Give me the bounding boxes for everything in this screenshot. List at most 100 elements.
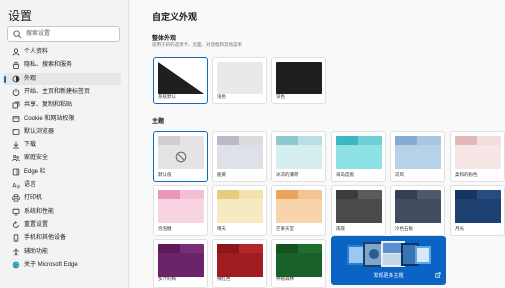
sidebar-item-14[interactable]: 手机和其他设备	[3, 232, 121, 244]
theme-label: 晴天	[217, 226, 226, 231]
theme-card[interactable]: 晴天	[212, 185, 267, 236]
search-box[interactable]	[7, 26, 120, 42]
sidebar-item-2[interactable]: 外观	[3, 72, 121, 85]
theme-preview-tab	[217, 190, 239, 199]
sidebar-item-4[interactable]: 共享、复制和粘贴	[3, 99, 121, 111]
sidebar-item-16[interactable]: 关于 Microsoft Edge	[3, 259, 121, 271]
sidebar-item-label: 家庭安全	[24, 155, 49, 162]
sidebar-title: 设置	[8, 9, 33, 23]
sidebar-item-12[interactable]: 系统和性能	[3, 206, 121, 218]
theme-label: 鹿黄	[217, 172, 226, 177]
theme-card[interactable]: 雨夜	[331, 185, 386, 236]
theme-card[interactable]: 月光	[450, 185, 505, 236]
theme-card[interactable]: 凉风	[390, 131, 445, 182]
appearance-option-label: 浅色	[217, 94, 226, 99]
theme-card[interactable]: 泡泡糖	[153, 185, 208, 236]
external-link-icon	[435, 272, 441, 278]
appearance-option-system[interactable]: 系统默认	[153, 57, 208, 104]
theme-preview-body	[158, 199, 204, 223]
sidebar-item-label: 辅助功能	[24, 248, 49, 255]
page-title: 自定义外观	[152, 12, 198, 22]
appearance-option-label: 深色	[276, 94, 285, 99]
theme-preview-body	[336, 145, 382, 169]
no-theme-icon	[175, 151, 187, 163]
theme-preview-tab	[276, 190, 298, 199]
sidebar-item-9[interactable]: Edge 栏	[3, 166, 121, 178]
person-icon	[12, 48, 20, 56]
sidebar-item-1[interactable]: 隐私、搜索和服务	[3, 59, 121, 71]
dark-preview	[276, 62, 322, 94]
phone-icon	[13, 234, 19, 242]
discover-more-themes-label: 发现更多主题	[373, 273, 404, 279]
overall-appearance-heading: 整体外观	[152, 36, 177, 42]
theme-card[interactable]: 默认值	[153, 131, 208, 182]
discover-more-themes-button[interactable]: 发现更多主题	[331, 236, 446, 285]
theme-preview-body	[276, 199, 322, 223]
sidebar-item-7[interactable]: 下载	[3, 139, 121, 151]
theme-card[interactable]: 芒果天堂	[271, 185, 326, 236]
sidebar-item-8[interactable]: 家庭安全	[3, 152, 121, 164]
sidebar-item-label: 外观	[24, 75, 37, 82]
theme-preview-tab	[455, 136, 477, 145]
theme-card[interactable]: 冷色石板	[390, 185, 445, 236]
theme-label: 雨夜	[336, 226, 345, 231]
theme-card[interactable]: 多汁的梅	[153, 239, 208, 288]
sidebar-item-label: 个人资料	[24, 49, 49, 55]
printer-icon	[12, 194, 20, 202]
theme-preview-tab	[336, 190, 358, 199]
appearance-option-label: 系统默认	[158, 94, 176, 99]
theme-preview-tab	[455, 190, 477, 199]
theme-preview-body	[158, 145, 204, 169]
sidebar-item-label: Cookie 和网站权限	[24, 115, 75, 122]
theme-preview-tab	[158, 244, 180, 253]
sidebar-item-6[interactable]: 默认浏览器	[3, 126, 121, 138]
search-icon	[13, 30, 22, 39]
accessibility-icon	[13, 248, 19, 256]
theme-label: 默认值	[158, 172, 172, 177]
themes-collage-image	[347, 241, 431, 267]
edge-logo-icon	[12, 261, 20, 269]
theme-card[interactable]: 海岛度假	[331, 131, 386, 182]
sidebar-item-label: 关于 Microsoft Edge	[24, 261, 78, 268]
theme-preview-body	[276, 253, 322, 277]
theme-card[interactable]: 鹿黄	[212, 131, 267, 182]
theme-preview-body	[217, 253, 263, 277]
sidebar-item-11[interactable]: 打印机	[3, 192, 121, 204]
settings-sidebar: 设置 个人资料隐私、搜索和服务外观开始、主页和新建标签页共享、复制和粘贴 Cook…	[0, 0, 129, 288]
theme-preview-body	[217, 199, 263, 223]
sidebar-item-5[interactable]: Cookie 和网站权限	[3, 113, 121, 125]
sidebar-item-label: 手机和其他设备	[24, 235, 67, 242]
theme-preview-tab	[217, 136, 239, 145]
theme-card[interactable]: 神秘森林	[271, 239, 326, 288]
theme-card[interactable]: 冰凉的薄荷	[271, 131, 326, 182]
theme-preview-body	[455, 199, 501, 223]
theme-label: 凉风	[395, 172, 404, 177]
sidebar-item-0[interactable]: 个人资料	[3, 46, 121, 58]
sidebar-item-label: 共享、复制和粘贴	[24, 102, 73, 109]
theme-label: 芒果天堂	[276, 226, 294, 231]
sidebar-item-label: 打印机	[24, 195, 43, 202]
theme-card[interactable]: 柔和的粉色	[450, 131, 505, 182]
theme-preview-body	[158, 253, 204, 277]
theme-preview-body	[455, 145, 501, 169]
theme-preview-body	[336, 199, 382, 223]
sidebar-item-label: 系统和性能	[24, 208, 55, 215]
search-input[interactable]	[26, 28, 116, 40]
theme-preview-tab	[217, 244, 239, 253]
sidebar-item-10[interactable]: A 字语言	[3, 179, 121, 191]
sidebar-item-3[interactable]: 开始、主页和新建标签页	[3, 86, 121, 98]
theme-label: 辣红色	[217, 276, 231, 281]
appearance-option-light[interactable]: 浅色	[212, 57, 267, 104]
theme-label: 多汁的梅	[158, 276, 176, 281]
theme-label: 泡泡糖	[158, 226, 172, 231]
appearance-option-dark[interactable]: 深色	[271, 57, 326, 104]
sidebar-item-13[interactable]: 重置设置	[3, 219, 121, 231]
sidebar-item-label: 默认浏览器	[24, 128, 55, 135]
sidebar-item-15[interactable]: 辅助功能	[3, 246, 121, 258]
download-icon	[13, 141, 19, 149]
light-preview	[217, 62, 263, 94]
theme-preview-tab	[395, 136, 417, 145]
sidebar-item-label: Edge 栏	[24, 168, 46, 175]
theme-card[interactable]: 辣红色	[212, 239, 267, 288]
theme-preview-body	[395, 145, 441, 169]
